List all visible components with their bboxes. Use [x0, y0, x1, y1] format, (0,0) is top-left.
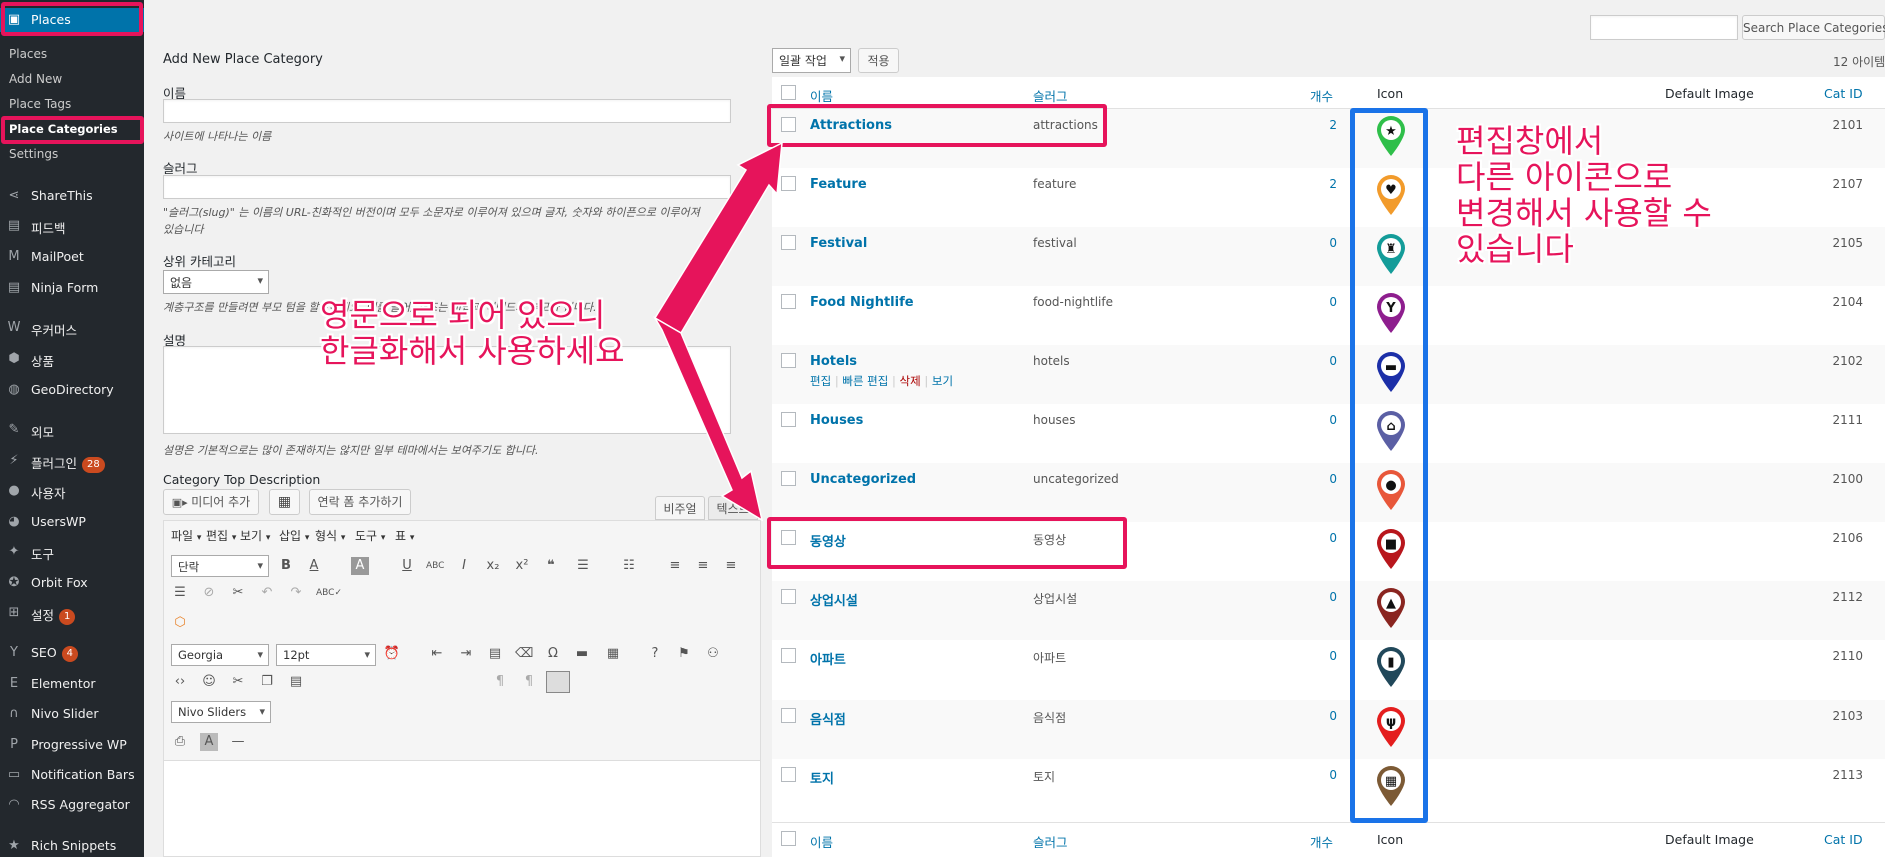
annotation-right-3: 변경해서 사용할 수	[1456, 194, 1712, 232]
arrow-down	[652, 315, 764, 522]
arrow-up	[653, 141, 783, 335]
annotation-left-1: 영문으로 되어 있으니	[320, 296, 606, 334]
annotation-right-4: 있습니다	[1456, 230, 1574, 268]
annotation-left-2: 한글화해서 사용하세요	[320, 332, 625, 370]
annotation-right-1: 편집창에서	[1456, 122, 1604, 160]
arrow-group	[652, 141, 783, 522]
annotation-right-2: 다른 아이콘으로	[1456, 158, 1673, 196]
